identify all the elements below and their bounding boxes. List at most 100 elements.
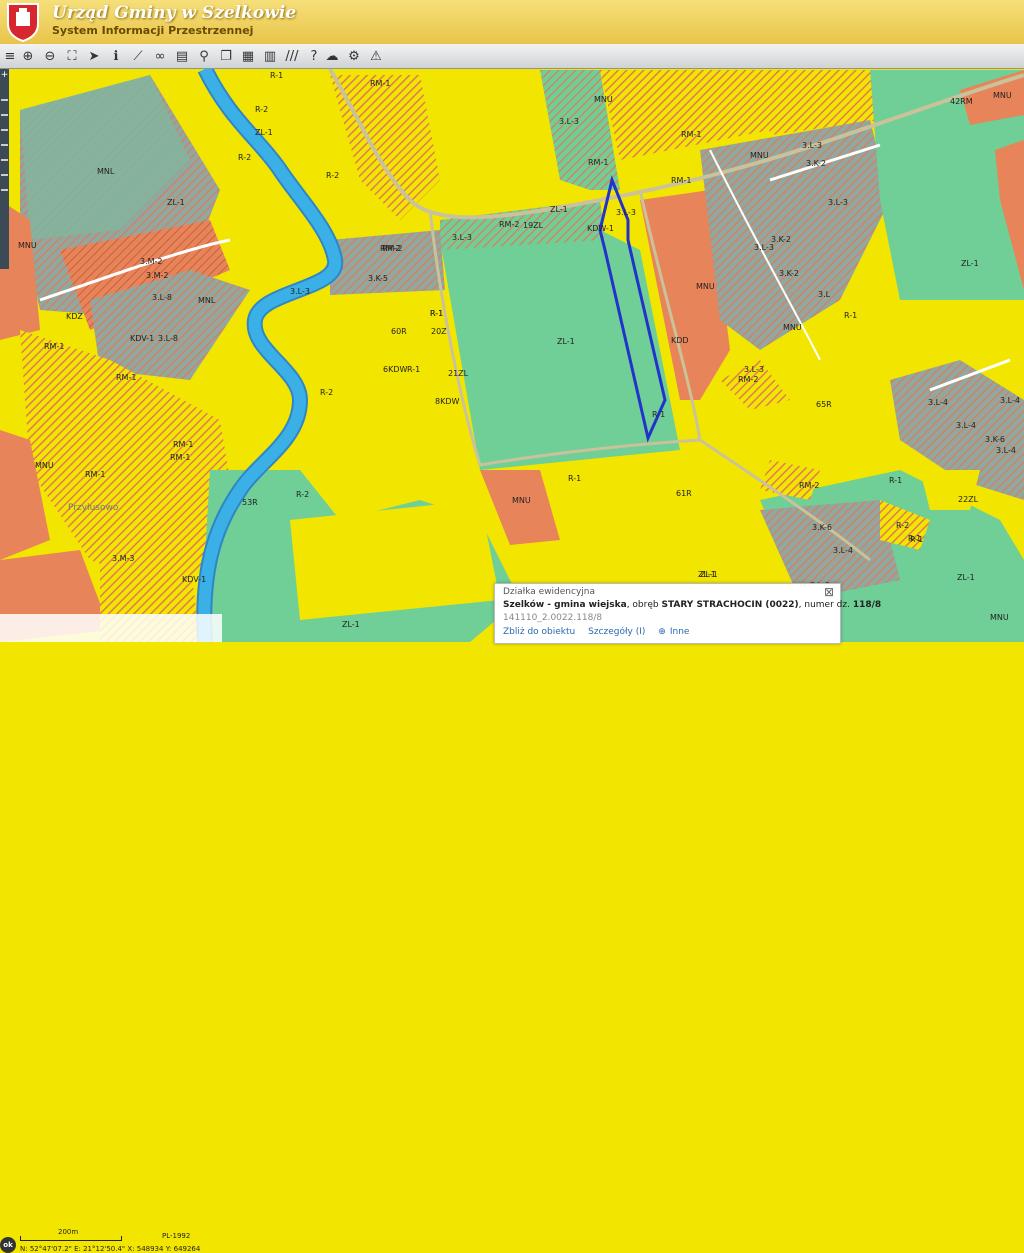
ok-button[interactable]: ok <box>0 1237 16 1253</box>
warning-icon[interactable]: ⚠ <box>366 46 386 66</box>
zone-label: ZL-1 <box>698 570 716 579</box>
zone-label: 3.L-8 <box>158 334 178 343</box>
zone-label: 3.K-2 <box>779 269 799 278</box>
other-plus-icon[interactable]: ⊕ <box>658 627 666 637</box>
zone-label: MNU <box>783 323 802 332</box>
zone-label: MNU <box>594 95 613 104</box>
zone-label: 3.K-5 <box>368 274 388 283</box>
zone-label: 3.K-2 <box>771 235 791 244</box>
zone-label: KDV-1 <box>130 334 154 343</box>
zone-label: ZL-1 <box>550 205 568 214</box>
zone-label: 3.L-3 <box>802 141 822 150</box>
zone-label: 6KDW <box>383 365 407 374</box>
zone-label: 3.L-8 <box>152 293 172 302</box>
zone-label: RM-1 <box>681 130 701 139</box>
zone-label: R-1 <box>844 311 857 320</box>
zone-label: 3.M-2 <box>146 271 169 280</box>
zone-label: RM-2 <box>499 220 519 229</box>
zone-label: R-2 <box>896 521 909 530</box>
coat-of-arms-icon <box>7 3 39 42</box>
zone-label: RM-1 <box>370 79 390 88</box>
info-icon[interactable]: ℹ <box>106 46 126 66</box>
zoom-out-icon[interactable]: ⊖ <box>40 46 60 66</box>
zone-3K5 <box>330 230 445 295</box>
zone-label: R-1 <box>270 71 283 80</box>
zone-label: MNL <box>97 167 115 176</box>
zone-R2-south <box>290 500 500 620</box>
zone-label: 65R <box>816 400 832 409</box>
zoom-in-icon[interactable]: ⊕ <box>18 46 38 66</box>
zone-label: MNU <box>35 461 54 470</box>
zone-label: ZL-1 <box>957 573 975 582</box>
zone-label: ZL-1 <box>557 337 575 346</box>
zone-label: ZL-1 <box>167 198 185 207</box>
app-subtitle: System Informacji Przestrzennej <box>52 24 254 37</box>
zone-label: ZL-1 <box>342 620 360 629</box>
popup-title: Działka ewidencyjna <box>503 587 596 597</box>
zone-label: 60R <box>391 327 407 336</box>
pin-icon[interactable]: ⚲ <box>194 46 214 66</box>
numer-prefix: , numer dz. <box>798 600 850 610</box>
zone-label: MNU <box>18 241 37 250</box>
details-link[interactable]: Szczegóły (I) <box>588 627 645 637</box>
zone-label: MNU <box>512 496 531 505</box>
zone-label: R-2 <box>296 490 309 499</box>
zone-label: 53R <box>242 498 258 507</box>
select-arrow-icon[interactable]: ➤ <box>84 46 104 66</box>
zoning-map[interactable]: R-1R-2ZL-1R-2MNLZL-1R-2MNU3.M-23.M-23.L-… <box>0 69 1024 642</box>
zone-label: MNL <box>198 296 216 305</box>
help-icon[interactable]: ? <box>304 46 324 66</box>
layout-icon[interactable]: ▦ <box>238 46 258 66</box>
window-icon[interactable]: ❐ <box>216 46 236 66</box>
zone-22ZL <box>920 470 980 510</box>
zone-label: 3.L-3 <box>754 243 774 252</box>
zone-label: 3.M-2 <box>140 257 163 266</box>
map-toolbar: ≡ ⊕ ⊖ ⛶ ➤ ℹ ⟋ ∞ ▤ ⚲ ❐ ▦ ▥ /// ? ☁ ⚙ ⚠ <box>0 44 1024 69</box>
print-icon[interactable]: ▤ <box>172 46 192 66</box>
zone-label: KDV-1 <box>182 575 206 584</box>
zone-label: 3.L-4 <box>833 546 853 555</box>
zone-label: 8KDW <box>435 397 459 406</box>
zone-label: RM-1 <box>588 158 608 167</box>
zone-label: 3.L-3 <box>828 198 848 207</box>
zone-label: 3.L-4 <box>956 421 976 430</box>
zone-label: R-1 <box>407 365 420 374</box>
hatch-icon[interactable]: /// <box>282 46 302 66</box>
obreb-name: STARY STRACHOCIN (0022) <box>661 600 799 610</box>
obreb-prefix: , obręb <box>626 600 659 610</box>
popup-body: Szelków - gmina wiejska, obręb STARY STR… <box>503 600 881 610</box>
zone-label: RM-1 <box>170 453 190 462</box>
zoom-extent-icon[interactable]: ⛶ <box>62 46 82 66</box>
zone-label: MNU <box>750 151 769 160</box>
zone-label: RM-1 <box>173 440 193 449</box>
zone-label: 3.L-3 <box>559 117 579 126</box>
settings-icon[interactable]: ⚙ <box>344 46 364 66</box>
zoom-plus-icon[interactable]: + <box>0 70 9 80</box>
side-panel-tab[interactable] <box>0 215 9 265</box>
zone-label: RM-1 <box>85 470 105 479</box>
measure-icon[interactable]: ⟋ <box>128 46 148 66</box>
map-canvas[interactable]: R-1 R-2 ZL-1 R-2 MNL ZL-1 R-2 MNU 3.M-2 3.M-2 3.L-… <box>0 69 1024 642</box>
zone-label: RM-1 <box>116 373 136 382</box>
scale-label: 200m <box>58 1228 79 1236</box>
link-icon[interactable]: ∞ <box>150 46 170 66</box>
zone-label: 3.M-3 <box>112 554 135 563</box>
zone-label: R-1 <box>430 309 443 318</box>
app-title: Urząd Gminy w Szelkowie <box>52 3 297 23</box>
zone-label: 21ZL <box>448 369 469 378</box>
close-icon[interactable]: ⊠ <box>824 585 834 599</box>
gmina-name: Szelków - gmina wiejska <box>503 600 627 610</box>
status-bar: ok 200m PL-1992 N: 52°47'07.2" E: 21°12'… <box>0 614 222 1253</box>
zone-label: RM-1 <box>44 342 64 351</box>
zone-label: KDD <box>671 336 689 345</box>
other-link[interactable]: Inne <box>670 627 690 637</box>
zoom-to-object-link[interactable]: Zbliż do obiektu <box>503 627 575 637</box>
zone-label: RM-2 <box>380 244 400 253</box>
zone-label: Przyłusowo <box>68 503 119 513</box>
zone-label: 42RM <box>950 97 973 106</box>
layers-icon[interactable]: ≡ <box>0 46 20 66</box>
zone-label: 19ZL <box>523 221 544 230</box>
zone-label: 20Z <box>431 327 447 336</box>
grid-icon[interactable]: ▥ <box>260 46 280 66</box>
cloud-icon[interactable]: ☁ <box>322 46 342 66</box>
